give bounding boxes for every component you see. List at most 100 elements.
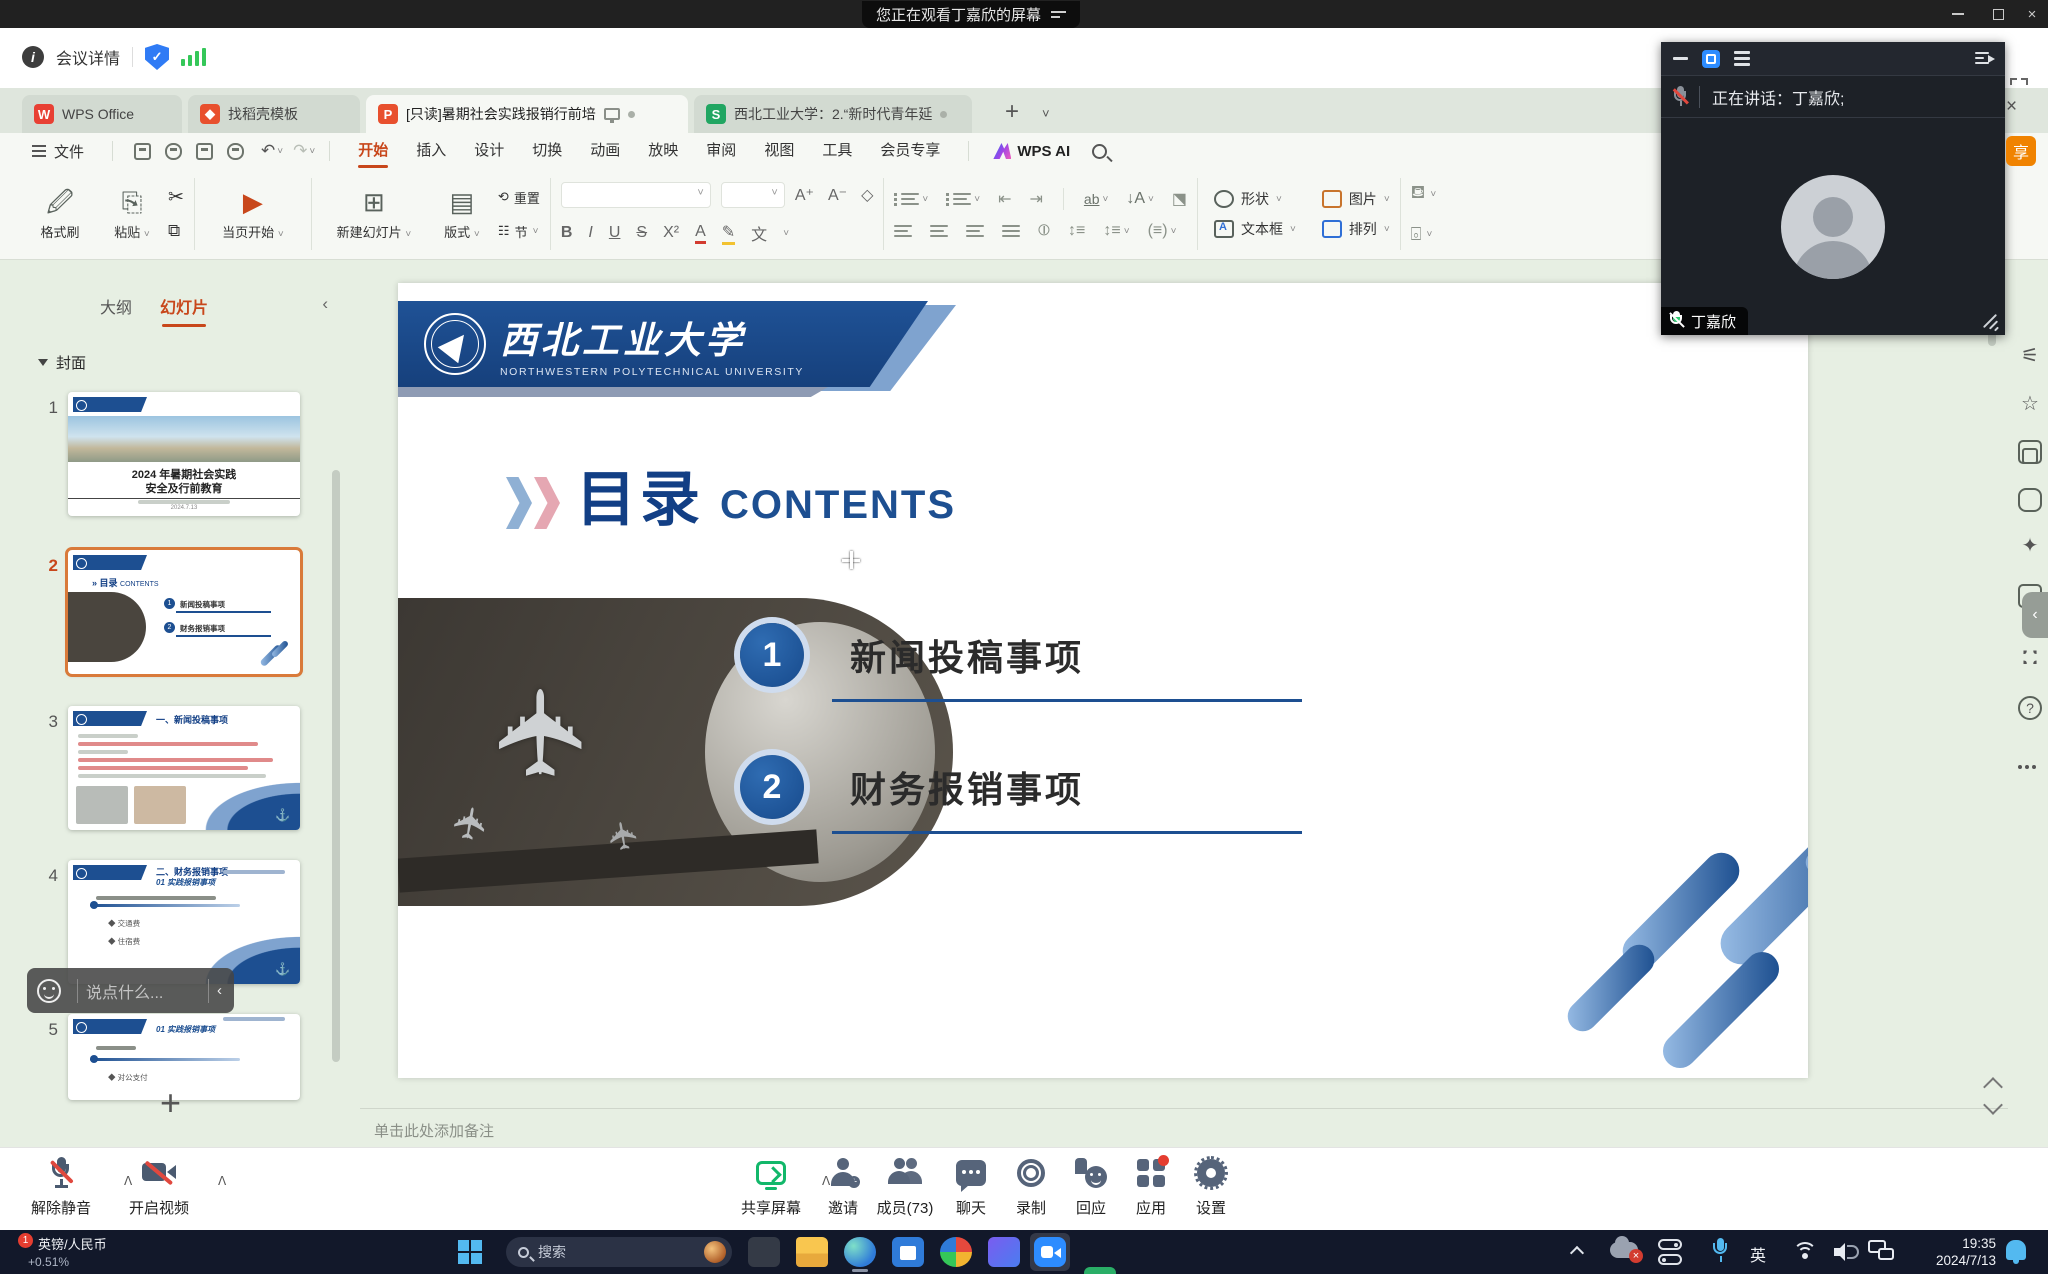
theme-clothes-icon[interactable]: ⛚	[2018, 646, 2042, 670]
reset-button[interactable]: ⟲重置	[498, 184, 540, 210]
menu-insert[interactable]: 插入	[402, 133, 460, 169]
toc-item-2[interactable]: 2 财务报销事项	[740, 755, 1084, 819]
taskbar-app-edge[interactable]	[844, 1237, 876, 1267]
tab-list-chevron-icon[interactable]: ˅	[1042, 106, 1050, 121]
sidebar-scrollbar[interactable]	[332, 470, 340, 1062]
dock-panel-icon[interactable]	[1975, 52, 1993, 66]
copy-button[interactable]: ⧉	[168, 218, 180, 244]
start-button[interactable]	[458, 1240, 482, 1264]
sidebar-collapse-icon[interactable]: ‹	[322, 294, 328, 314]
layout-button[interactable]: ▤ 版式 ˅	[426, 176, 498, 252]
menu-review[interactable]: 审阅	[692, 133, 750, 169]
new-tab-button[interactable]: +	[1005, 100, 1019, 124]
bold-button[interactable]: B	[561, 224, 573, 242]
widgets-stock-ticker[interactable]: 1 英镑/人民币 +0.51%	[20, 1234, 107, 1269]
menu-file[interactable]: 文件	[54, 141, 84, 162]
watching-screen-pill[interactable]: 您正在观看丁嘉欣的屏幕	[862, 1, 1080, 28]
undo-icon[interactable]: ↶	[261, 141, 275, 161]
window-close-button[interactable]: ×	[2016, 0, 2048, 28]
slide-thumbnail-4[interactable]: 二、财务报销事项 01 实践报销事项 ◆ 交通费 ◆ 住宿费 ⚓	[68, 860, 300, 984]
volume-icon[interactable]	[1834, 1243, 1856, 1261]
file-menu-icon[interactable]	[32, 145, 46, 157]
bullet-list-button[interactable]: ˅	[894, 193, 928, 205]
slide-thumbnail-1[interactable]: 2024 年暑期社会实践 安全及行前教育 2024.7.13	[68, 392, 300, 516]
taskbar-app-taskview[interactable]	[748, 1237, 780, 1267]
chat-collapse-icon[interactable]: ‹	[217, 982, 222, 999]
save-icon[interactable]	[134, 143, 151, 160]
font-color-button[interactable]: A	[695, 223, 706, 244]
more-options-icon[interactable]	[2018, 756, 2042, 762]
arrange-button[interactable]: 排列˅	[1322, 219, 1390, 239]
previous-slide-button[interactable]	[1983, 1077, 2003, 1097]
strikethrough-button[interactable]: S	[636, 224, 647, 242]
redo-icon[interactable]: ↷	[293, 141, 307, 161]
frame-style-button[interactable]: ⌻˅	[1411, 221, 1433, 247]
video-call-panel[interactable]: 正在讲话：丁嘉欣; 丁嘉欣	[1661, 42, 2005, 335]
align-left-button[interactable]	[894, 225, 912, 237]
text-direction-button[interactable]: ↓A˅	[1126, 190, 1154, 208]
settings-button[interactable]: 设置	[1168, 1156, 1254, 1218]
cloud-offline-icon[interactable]	[1610, 1242, 1638, 1258]
textbox-button[interactable]: 文本框˅	[1214, 219, 1296, 239]
video-feed[interactable]: 丁嘉欣	[1661, 118, 2005, 335]
align-right-button[interactable]	[966, 225, 984, 237]
taskbar-app-meeting-active[interactable]	[1030, 1233, 1070, 1271]
numbered-list-button[interactable]: ˅	[946, 193, 980, 205]
slide-thumbnail-3[interactable]: 一、新闻投稿事项 ⚓	[68, 706, 300, 830]
tab-outline[interactable]: 大纲	[100, 294, 132, 318]
taskbar-app-photos[interactable]	[940, 1237, 972, 1267]
para-spacing-button[interactable]: ↕≡˅	[1103, 222, 1129, 240]
meeting-details-label[interactable]: 会议详情	[56, 45, 120, 69]
taskbar-app-purple[interactable]	[988, 1237, 1020, 1267]
print-icon[interactable]	[196, 143, 213, 160]
picture-button[interactable]: 图片˅	[1322, 189, 1390, 209]
video-options-chevron[interactable]: ᐱ	[218, 1174, 226, 1188]
justify-button[interactable]	[1002, 225, 1020, 237]
menu-animation[interactable]: 动画	[576, 133, 634, 169]
toc-item-1[interactable]: 1 新闻投稿事项	[740, 623, 1084, 687]
security-shield-icon[interactable]: ✓	[145, 44, 169, 70]
play-from-current-button[interactable]: ▶ 当页开始 ˅	[205, 176, 301, 252]
print-preview-icon[interactable]	[227, 143, 244, 160]
view-mode-icon[interactable]	[1702, 50, 1720, 68]
eco-mode-icon[interactable]	[2018, 488, 2042, 512]
info-icon[interactable]: i	[22, 46, 44, 68]
tray-mic-icon[interactable]	[1712, 1238, 1728, 1264]
italic-button[interactable]: I	[588, 224, 592, 242]
next-slide-button[interactable]	[1983, 1095, 2003, 1115]
taskbar-app-wechat[interactable]	[1084, 1267, 1116, 1274]
properties-slider-icon[interactable]: ⚟	[2018, 344, 2042, 368]
list-view-icon[interactable]	[1734, 51, 1750, 66]
chat-input[interactable]: 说点什么...	[86, 979, 200, 1003]
smart-beautify-icon[interactable]: ✦	[2018, 534, 2042, 558]
wifi-icon[interactable]	[1793, 1242, 1817, 1262]
tab-slides[interactable]: 幻灯片	[160, 294, 208, 318]
char-spacing-button[interactable]: ab˅	[1084, 191, 1108, 207]
font-family-select[interactable]	[561, 182, 711, 208]
format-painter-button[interactable]: 🖉 格式刷	[24, 176, 96, 252]
clear-format-icon[interactable]: ◇	[861, 185, 873, 205]
decrease-font-button[interactable]: A⁻	[828, 185, 847, 205]
menu-home[interactable]: 开始	[344, 133, 402, 169]
line-spacing-button[interactable]: ↕≡	[1068, 222, 1085, 240]
tray-overflow-chevron[interactable]	[1570, 1246, 1584, 1260]
underline-button[interactable]: U	[609, 224, 621, 242]
tab-other-presentation[interactable]: S 西北工业大学：2.“新时代青年延	[694, 95, 972, 133]
symbol-button[interactable]: ⬔	[1172, 189, 1187, 209]
taskbar-app-explorer[interactable]	[796, 1237, 828, 1267]
align-center-button[interactable]	[930, 225, 948, 237]
section-cover[interactable]: 封面	[38, 352, 86, 373]
taskbar-search[interactable]: 搜索	[506, 1237, 732, 1267]
section-expand-icon[interactable]	[38, 359, 48, 366]
taskbar-app-store[interactable]	[892, 1237, 924, 1267]
network-signal-icon[interactable]	[181, 48, 206, 66]
slide-thumbnail-5[interactable]: 01 实践报销事项 ◆ 对公支付	[68, 1014, 300, 1100]
pill-menu-icon[interactable]	[1051, 11, 1066, 18]
input-language-indicator[interactable]: 英	[1750, 1242, 1766, 1266]
window-maximize-button[interactable]	[1978, 0, 2018, 28]
menu-membership[interactable]: 会员专享	[866, 133, 954, 169]
panel-resize-handle[interactable]	[1981, 311, 2001, 331]
fill-color-button[interactable]: ⛾˅	[1411, 181, 1437, 207]
unmute-button[interactable]: ᐱ 解除静音	[18, 1156, 104, 1218]
wps-share-badge[interactable]: 享	[2006, 136, 2036, 166]
